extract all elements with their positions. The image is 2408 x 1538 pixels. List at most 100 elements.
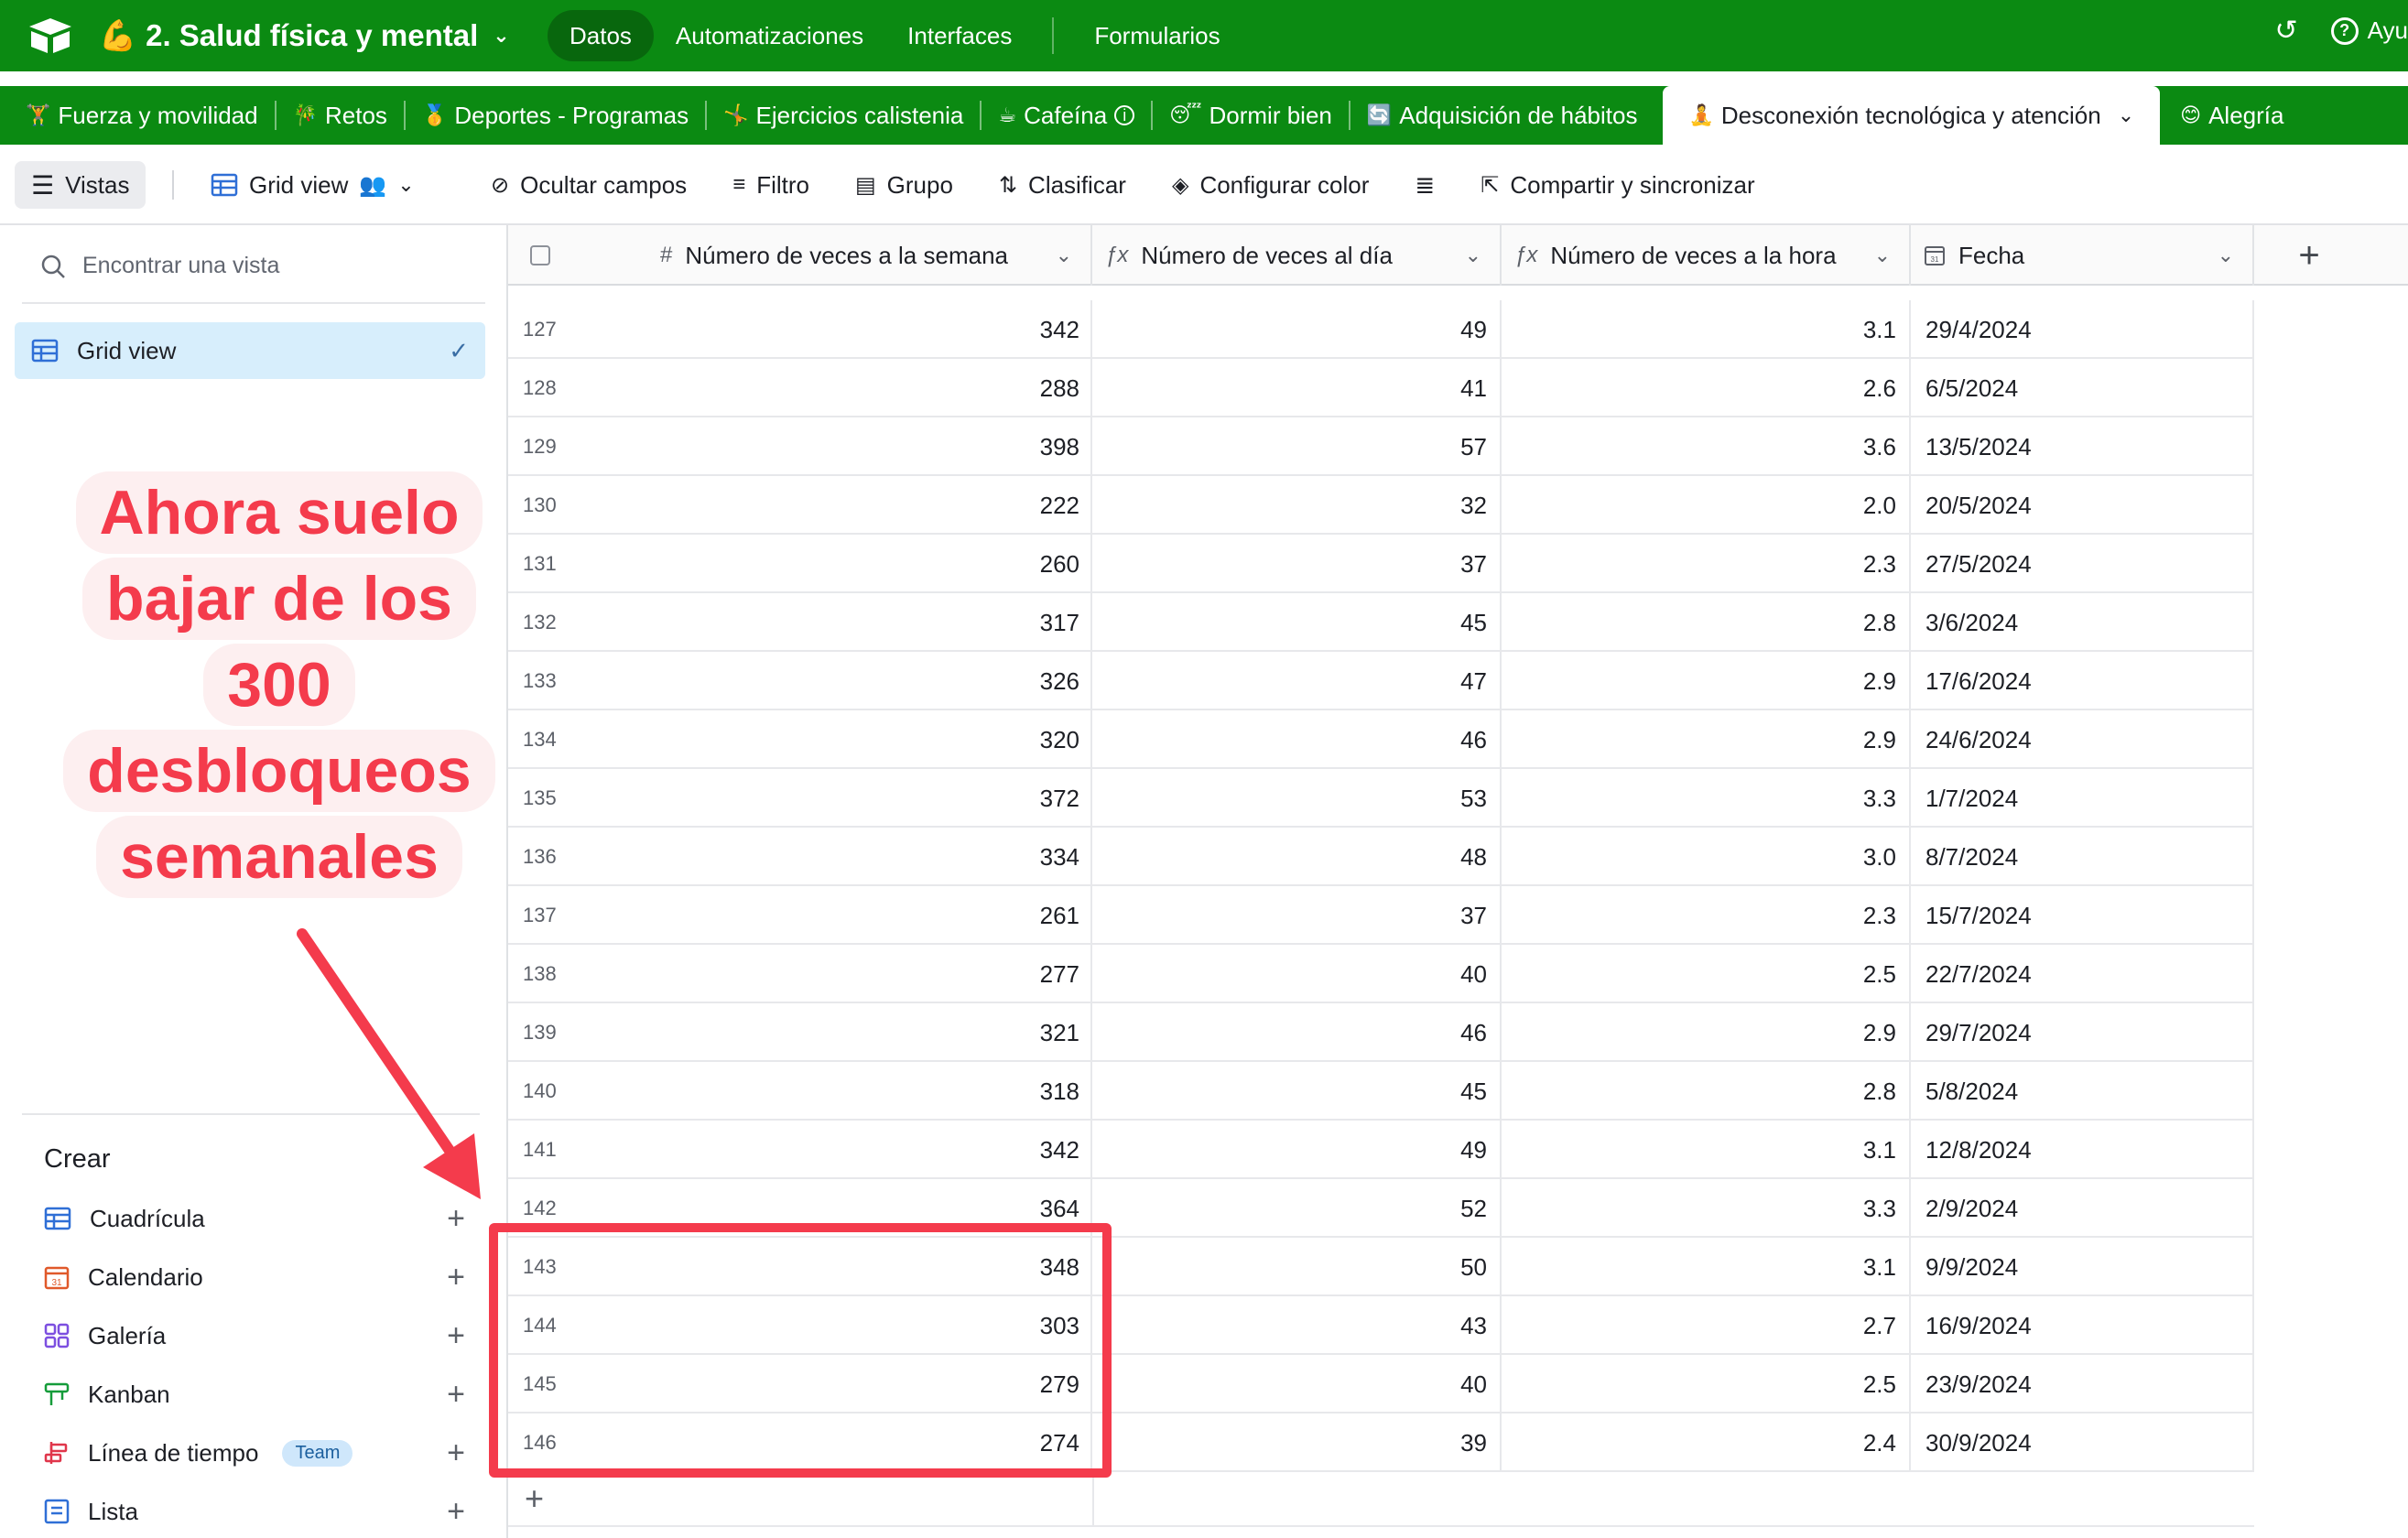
cell-hora[interactable]: 2.9 [1502,1003,1911,1062]
cell-dia[interactable]: 32 [1092,476,1502,535]
table-row[interactable]: 127 342 49 3.1 29/4/2024 [508,300,2254,359]
table-row[interactable]: 128 288 41 2.6 6/5/2024 [508,359,2254,417]
table-row[interactable]: 135 372 53 3.3 1/7/2024 [508,769,2254,828]
cell-semana[interactable]: 141 342 [508,1121,1092,1179]
base-title-button[interactable]: 💪 2. Salud física y mental ⌄ [99,13,510,59]
cell-semana[interactable]: 137 261 [508,886,1092,945]
cell-hora[interactable]: 3.1 [1502,1238,1911,1296]
cell-fecha[interactable]: 29/7/2024 [1911,1003,2254,1062]
column-header-hora[interactable]: ƒx Número de veces a la hora ⌄ [1502,225,1911,286]
create-kanban[interactable]: Kanban + [44,1373,465,1415]
cell-hora[interactable]: 2.3 [1502,886,1911,945]
cell-dia[interactable]: 39 [1092,1413,1502,1472]
tab-fuerza-movilidad[interactable]: 🏋 Fuerza y movilidad [0,86,275,145]
cell-semana[interactable]: 131 260 [508,535,1092,593]
cell-semana[interactable]: 138 277 [508,945,1092,1003]
table-row[interactable]: 142 364 52 3.3 2/9/2024 [508,1179,2254,1238]
nav-datos[interactable]: Datos [548,10,654,61]
cell-fecha[interactable]: 9/9/2024 [1911,1238,2254,1296]
sort-button[interactable]: ⇅ Clasificar [999,171,1126,200]
tab-cafeina[interactable]: ☕ Cafeína i [982,86,1151,145]
cell-dia[interactable]: 37 [1092,535,1502,593]
cell-dia[interactable]: 37 [1092,886,1502,945]
cell-hora[interactable]: 3.1 [1502,1121,1911,1179]
plus-icon[interactable]: + [447,1201,465,1237]
chevron-down-icon[interactable]: ⌄ [1465,244,1481,267]
cell-semana[interactable]: 143 348 [508,1238,1092,1296]
grid-view-switcher[interactable]: Grid view 👥 ⌄ [211,161,415,209]
nav-automatizaciones[interactable]: Automatizaciones [654,10,885,61]
filter-button[interactable]: ≡ Filtro [732,171,809,200]
cell-semana[interactable]: 145 279 [508,1355,1092,1413]
cell-semana[interactable]: 129 398 [508,417,1092,476]
find-view-search[interactable]: Encontrar una vista [40,253,279,279]
cell-hora[interactable]: 2.8 [1502,593,1911,652]
add-record-row[interactable]: + [508,1472,2254,1527]
cell-semana[interactable]: 136 334 [508,828,1092,886]
nav-interfaces[interactable]: Interfaces [885,10,1034,61]
select-all-checkbox[interactable] [530,245,550,265]
cell-dia[interactable]: 50 [1092,1238,1502,1296]
cell-fecha[interactable]: 3/6/2024 [1911,593,2254,652]
help-button[interactable]: ? Ayu [2330,16,2408,45]
chevron-down-icon[interactable]: ⌄ [1056,244,1072,267]
cell-fecha[interactable]: 8/7/2024 [1911,828,2254,886]
cell-fecha[interactable]: 23/9/2024 [1911,1355,2254,1413]
table-row[interactable]: 130 222 32 2.0 20/5/2024 [508,476,2254,535]
table-row[interactable]: 143 348 50 3.1 9/9/2024 [508,1238,2254,1296]
cell-dia[interactable]: 48 [1092,828,1502,886]
cell-dia[interactable]: 52 [1092,1179,1502,1238]
cell-hora[interactable]: 3.0 [1502,828,1911,886]
cell-fecha[interactable]: 6/5/2024 [1911,359,2254,417]
cell-dia[interactable]: 53 [1092,769,1502,828]
cell-dia[interactable]: 57 [1092,417,1502,476]
plus-icon[interactable]: + [447,1260,465,1295]
cell-dia[interactable]: 49 [1092,1121,1502,1179]
table-row[interactable]: 133 326 47 2.9 17/6/2024 [508,652,2254,710]
vistas-button[interactable]: ☰ Vistas [15,161,146,209]
table-row[interactable]: 144 303 43 2.7 16/9/2024 [508,1296,2254,1355]
tab-adquisicion-habitos[interactable]: 🔄 Adquisición de hábitos [1350,86,1654,145]
create-galeria[interactable]: Galería + [44,1315,465,1357]
cell-hora[interactable]: 3.3 [1502,1179,1911,1238]
tab-alegria[interactable]: 😊 Alegría [2160,86,2300,145]
cell-fecha[interactable]: 12/8/2024 [1911,1121,2254,1179]
nav-formularios[interactable]: Formularios [1072,10,1242,61]
cell-dia[interactable]: 46 [1092,710,1502,769]
sidebar-view-grid-view[interactable]: Grid view ✓ [15,322,485,379]
hide-fields-button[interactable]: ⊘ Ocultar campos [491,171,687,200]
cell-fecha[interactable]: 13/5/2024 [1911,417,2254,476]
color-button[interactable]: ◈ Configurar color [1172,171,1369,200]
cell-hora[interactable]: 2.7 [1502,1296,1911,1355]
plus-icon[interactable]: + [447,1318,465,1354]
cell-dia[interactable]: 41 [1092,359,1502,417]
cell-dia[interactable]: 45 [1092,1062,1502,1121]
table-row[interactable]: 136 334 48 3.0 8/7/2024 [508,828,2254,886]
cell-fecha[interactable]: 16/9/2024 [1911,1296,2254,1355]
cell-semana[interactable]: 127 342 [508,300,1092,359]
cell-dia[interactable]: 40 [1092,945,1502,1003]
info-icon[interactable]: i [1114,105,1135,125]
table-row[interactable]: 139 321 46 2.9 29/7/2024 [508,1003,2254,1062]
cell-semana[interactable]: 140 318 [508,1062,1092,1121]
tab-dormir-bien[interactable]: 😴 Dormir bien [1153,86,1349,145]
column-header-dia[interactable]: ƒx Número de veces al día ⌄ [1092,225,1502,286]
cell-fecha[interactable]: 15/7/2024 [1911,886,2254,945]
cell-hora[interactable]: 2.5 [1502,1355,1911,1413]
chevron-down-icon[interactable]: ⌄ [2118,86,2134,145]
cell-fecha[interactable]: 2/9/2024 [1911,1179,2254,1238]
cell-semana[interactable]: 144 303 [508,1296,1092,1355]
cell-dia[interactable]: 49 [1092,300,1502,359]
add-field-button[interactable]: + [2254,225,2364,286]
table-row[interactable]: 141 342 49 3.1 12/8/2024 [508,1121,2254,1179]
cell-semana[interactable]: 130 222 [508,476,1092,535]
plus-icon[interactable]: + [447,1377,465,1413]
cell-fecha[interactable]: 20/5/2024 [1911,476,2254,535]
cell-semana[interactable]: 134 320 [508,710,1092,769]
cell-dia[interactable]: 40 [1092,1355,1502,1413]
cell-hora[interactable]: 2.9 [1502,710,1911,769]
plus-icon[interactable]: + [447,1494,465,1530]
cell-semana[interactable]: 135 372 [508,769,1092,828]
table-row[interactable]: 137 261 37 2.3 15/7/2024 [508,886,2254,945]
create-lista[interactable]: Lista + [44,1490,465,1533]
